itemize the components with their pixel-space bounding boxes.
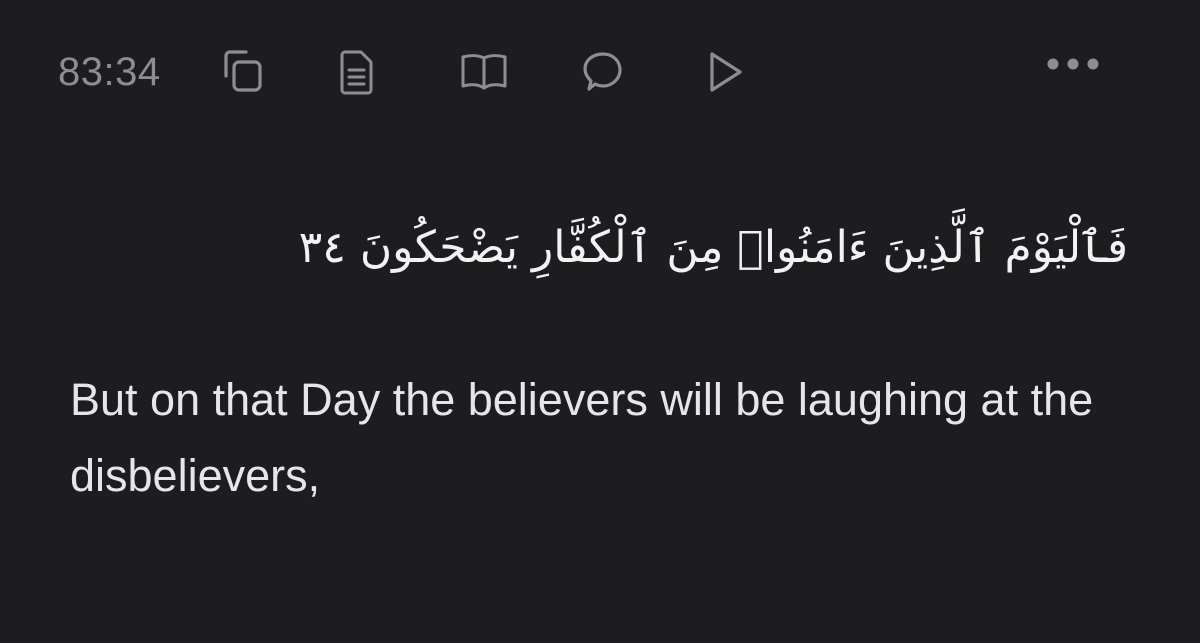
tafsir-document-icon — [340, 50, 373, 95]
play-icon — [710, 52, 742, 92]
open-book-icon — [461, 54, 507, 90]
verse-translation: But on that Day the believers will be la… — [70, 374, 1094, 501]
verse-reference: 83:34 — [58, 50, 161, 94]
arabic-verse-text: فَٱلْيَوْمَ ٱلَّذِينَ ءَامَنُوا۟ مِنَ ٱل… — [298, 222, 1128, 273]
read-button[interactable] — [456, 44, 512, 100]
verse-toolbar: 83:34 — [0, 0, 1200, 140]
verse-screen: 83:34 فَٱلْيَوْمَ ٱلَّذِينَ ءَامَنُوا۟ م… — [0, 0, 1200, 643]
play-button[interactable] — [696, 44, 752, 100]
more-options-button[interactable] — [1042, 44, 1108, 100]
comment-button[interactable] — [574, 44, 630, 100]
tafsir-button[interactable] — [329, 44, 385, 100]
copy-icon — [224, 50, 262, 92]
copy-button[interactable] — [214, 44, 270, 100]
comment-bubble-icon — [583, 52, 622, 91]
more-options-icon — [1047, 58, 1099, 70]
